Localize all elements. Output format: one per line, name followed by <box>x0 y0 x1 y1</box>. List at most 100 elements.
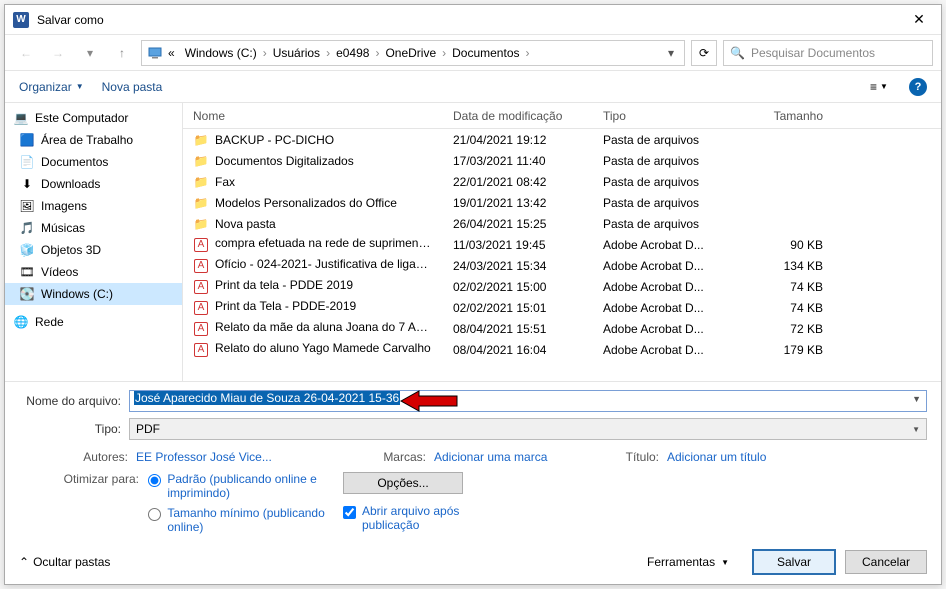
chevron-right-icon: › <box>440 46 448 60</box>
pdf-icon: A <box>193 321 209 337</box>
options-button[interactable]: Opções... <box>343 472 463 494</box>
folder-icon: 📁 <box>193 132 209 148</box>
sidebar-item[interactable]: 🖼Imagens <box>5 195 182 217</box>
sidebar-root[interactable]: 🌐Rede <box>5 311 182 333</box>
chevron-down-icon[interactable]: ▼ <box>912 394 921 404</box>
dialog-footer: ⌃ Ocultar pastas Ferramentas ▼ Salvar Ca… <box>5 542 941 584</box>
file-list: Nome Data de modificação Tipo Tamanho 📁B… <box>183 103 941 381</box>
recent-locations-button[interactable]: ▾ <box>77 40 103 66</box>
main-area: 💻Este Computador🟦Área de Trabalho📄Docume… <box>5 103 941 382</box>
chevron-right-icon: › <box>261 46 269 60</box>
breadcrumb-segment[interactable]: e0498 <box>332 44 373 62</box>
sidebar-item[interactable]: 📄Documentos <box>5 151 182 173</box>
file-row[interactable]: 📁Fax22/01/2021 08:42Pasta de arquivos <box>183 171 941 192</box>
forward-button[interactable]: → <box>45 40 71 66</box>
folder-icon: 🧊 <box>19 242 35 258</box>
optimize-standard-radio[interactable]: Padrão (publicando online e imprimindo) <box>148 472 328 500</box>
folder-icon: ⬇ <box>19 176 35 192</box>
breadcrumb-segment[interactable]: Windows (C:) <box>181 44 261 62</box>
search-input[interactable]: 🔍 Pesquisar Documentos <box>723 40 933 66</box>
file-type-combo[interactable]: PDF▼ <box>129 418 927 440</box>
sidebar-item[interactable]: 🧊Objetos 3D <box>5 239 182 261</box>
sidebar-item[interactable]: 🟦Área de Trabalho <box>5 129 182 151</box>
search-placeholder: Pesquisar Documentos <box>751 46 875 60</box>
folder-icon: 🎞 <box>19 264 35 280</box>
chevron-down-icon: ▼ <box>912 425 920 434</box>
file-row[interactable]: 📁Modelos Personalizados do Office19/01/2… <box>183 192 941 213</box>
chevron-down-icon: ▼ <box>76 82 84 91</box>
new-folder-button[interactable]: Nova pasta <box>102 80 163 94</box>
hide-folders-toggle[interactable]: ⌃ Ocultar pastas <box>19 555 110 569</box>
file-row[interactable]: 📁Nova pasta26/04/2021 15:25Pasta de arqu… <box>183 213 941 234</box>
sidebar-item[interactable]: ⬇Downloads <box>5 173 182 195</box>
folder-icon: 📁 <box>193 216 209 232</box>
refresh-button[interactable]: ⟳ <box>691 40 717 66</box>
folder-icon: 💽 <box>19 286 35 302</box>
word-icon: W <box>13 12 29 28</box>
type-label: Tipo: <box>19 422 129 436</box>
tools-menu[interactable]: Ferramentas ▼ <box>647 555 729 569</box>
title-label: Título: <box>609 450 659 464</box>
breadcrumb-segment[interactable]: Usuários <box>269 44 324 62</box>
file-row[interactable]: AOfício - 024-2021- Justificativa de lig… <box>183 255 941 276</box>
folder-icon: 🎵 <box>19 220 35 236</box>
up-button[interactable]: ↑ <box>109 40 135 66</box>
folder-icon: 🖼 <box>19 198 35 214</box>
navigation-sidebar: 💻Este Computador🟦Área de Trabalho📄Docume… <box>5 103 183 381</box>
file-list-body: 📁BACKUP - PC-DICHO21/04/2021 19:12Pasta … <box>183 129 941 381</box>
collapse-icon: ⌃ <box>19 555 29 569</box>
path-dropdown-caret[interactable]: ▾ <box>664 46 678 60</box>
titlebar: W Salvar como ✕ <box>5 5 941 35</box>
file-row[interactable]: 📁Documentos Digitalizados17/03/2021 11:4… <box>183 150 941 171</box>
search-icon: 🔍 <box>730 46 745 60</box>
file-row[interactable]: Acompra efetuada na rede de suprimentos1… <box>183 234 941 255</box>
view-mode-button[interactable]: ≡ ▼ <box>859 76 899 98</box>
close-button[interactable]: ✕ <box>905 10 933 30</box>
breadcrumb-overflow[interactable]: « <box>164 44 179 62</box>
pdf-icon: A <box>193 258 209 274</box>
device-icon: 🌐 <box>13 314 29 330</box>
open-after-publish-checkbox[interactable]: Abrir arquivo após publicação <box>343 504 593 532</box>
breadcrumb-bar[interactable]: « Windows (C:)›Usuários›e0498›OneDrive›D… <box>141 40 685 66</box>
file-row[interactable]: ARelato da mãe da aluna Joana do 7 Ano B… <box>183 318 941 339</box>
column-name[interactable]: Nome <box>183 109 443 123</box>
help-button[interactable]: ? <box>909 78 927 96</box>
file-row[interactable]: APrint da tela - PDDE 201902/02/2021 15:… <box>183 276 941 297</box>
pdf-icon: A <box>193 237 209 253</box>
breadcrumb-segment[interactable]: Documentos <box>448 44 523 62</box>
optimize-minimum-radio[interactable]: Tamanho mínimo (publicando online) <box>148 506 328 534</box>
save-button[interactable]: Salvar <box>753 550 835 574</box>
chevron-down-icon: ▼ <box>880 82 888 91</box>
folder-icon: 📄 <box>19 154 35 170</box>
filename-input[interactable]: José Aparecido Miau de Souza 26-04-2021 … <box>129 390 927 412</box>
folder-icon: 📁 <box>193 195 209 211</box>
chevron-right-icon: › <box>324 46 332 60</box>
sidebar-item[interactable]: 💽Windows (C:) <box>5 283 182 305</box>
filename-label: Nome do arquivo: <box>19 394 129 408</box>
navigation-bar: ← → ▾ ↑ « Windows (C:)›Usuários›e0498›On… <box>5 35 941 71</box>
sidebar-root[interactable]: 💻Este Computador <box>5 107 182 129</box>
chevron-right-icon: › <box>524 46 532 60</box>
cancel-button[interactable]: Cancelar <box>845 550 927 574</box>
tags-value[interactable]: Adicionar uma marca <box>434 450 547 464</box>
file-row[interactable]: APrint da Tela - PDDE-201902/02/2021 15:… <box>183 297 941 318</box>
authors-value[interactable]: EE Professor José Vice... <box>136 450 272 464</box>
sidebar-item[interactable]: 🎞Vídeos <box>5 261 182 283</box>
sidebar-item[interactable]: 🎵Músicas <box>5 217 182 239</box>
column-headers[interactable]: Nome Data de modificação Tipo Tamanho <box>183 103 941 129</box>
breadcrumb-segment[interactable]: OneDrive <box>381 44 440 62</box>
file-row[interactable]: ARelato do aluno Yago Mamede Carvalho08/… <box>183 339 941 360</box>
column-size[interactable]: Tamanho <box>743 109 833 123</box>
column-modified[interactable]: Data de modificação <box>443 109 593 123</box>
column-type[interactable]: Tipo <box>593 109 743 123</box>
pdf-icon: A <box>193 279 209 295</box>
tags-label: Marcas: <box>351 450 426 464</box>
optimize-label: Otimizar para: <box>53 472 145 486</box>
folder-icon: 🟦 <box>19 132 35 148</box>
organize-menu[interactable]: Organizar▼ <box>19 80 84 94</box>
back-button[interactable]: ← <box>13 40 39 66</box>
title-value[interactable]: Adicionar um título <box>667 450 766 464</box>
chevron-down-icon: ▼ <box>721 558 729 567</box>
file-row[interactable]: 📁BACKUP - PC-DICHO21/04/2021 19:12Pasta … <box>183 129 941 150</box>
folder-icon: 📁 <box>193 174 209 190</box>
